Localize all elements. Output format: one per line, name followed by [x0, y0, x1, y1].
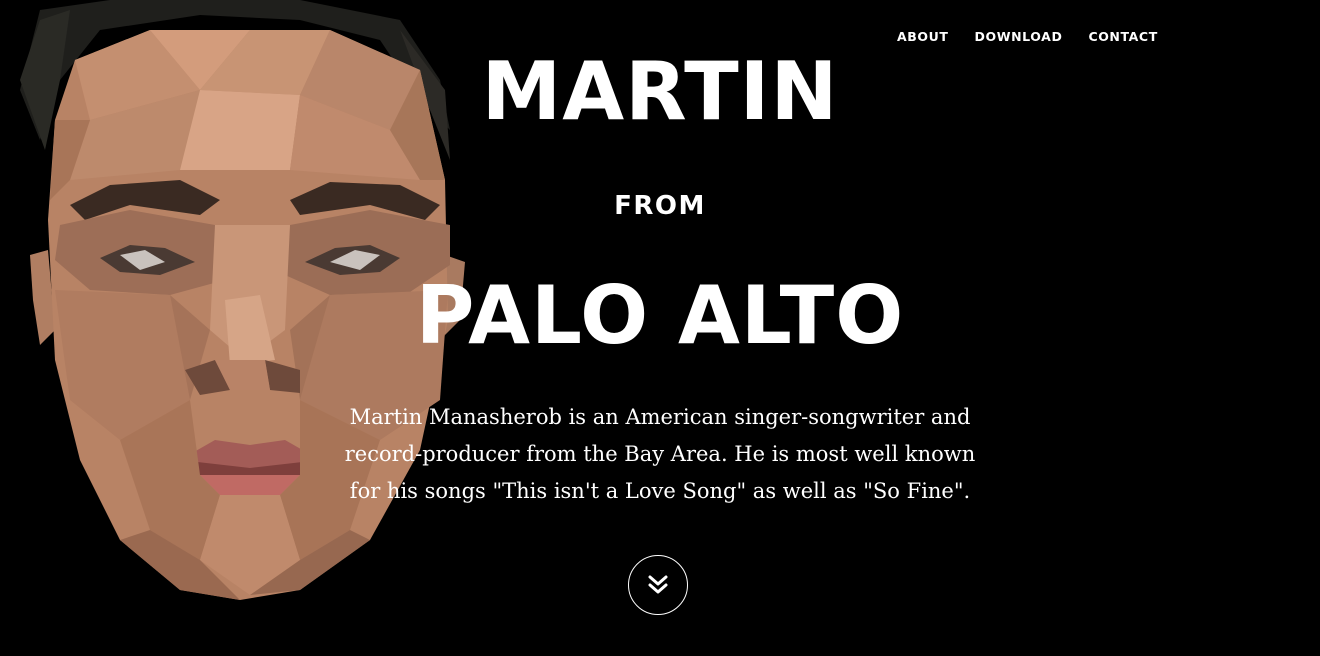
- low-poly-portrait-image: [20, 0, 465, 600]
- nav-contact-link[interactable]: CONTACT: [1075, 29, 1170, 45]
- nav-download-link[interactable]: DOWNLOAD: [962, 29, 1076, 45]
- top-nav: ABOUT DOWNLOAD CONTACT: [884, 29, 1171, 45]
- scroll-down-button[interactable]: [628, 555, 688, 615]
- double-chevron-down-icon: [648, 575, 668, 594]
- hero-section: ABOUT DOWNLOAD CONTACT MARTIN FROM PALO …: [0, 0, 1320, 656]
- nav-about-link[interactable]: ABOUT: [884, 29, 962, 45]
